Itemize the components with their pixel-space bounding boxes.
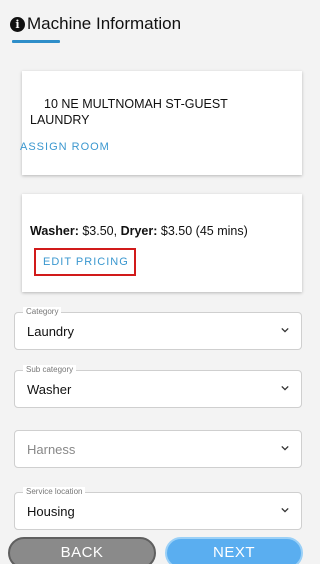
washer-price: $3.50,: [82, 224, 118, 238]
sub-category-select[interactable]: Sub category Washer: [14, 365, 302, 408]
page-title: i Machine Information: [10, 14, 181, 34]
category-select[interactable]: Category Laundry: [14, 307, 302, 350]
assign-room-button[interactable]: ASSIGN ROOM: [20, 141, 110, 153]
sub-category-label: Sub category: [23, 365, 77, 375]
category-label: Category: [23, 307, 62, 317]
edit-pricing-button[interactable]: EDIT PRICING: [43, 256, 129, 268]
service-location-label: Service location: [23, 487, 86, 497]
back-button[interactable]: BACK: [8, 537, 156, 564]
sub-category-value: Washer: [27, 382, 72, 397]
harness-select[interactable]: Harness: [14, 430, 302, 468]
info-icon: i: [10, 16, 25, 32]
machine-information-screen: i Machine Information 10 NE MULTNOMAH ST…: [0, 0, 307, 564]
chevron-down-icon: [281, 385, 289, 391]
page-title-text: Machine Information: [27, 14, 182, 33]
pricing-text: Washer: $3.50, Dryer: $3.50 (45 mins): [30, 224, 248, 238]
category-value: Laundry: [27, 324, 74, 339]
chevron-down-icon: [281, 507, 289, 513]
chevron-down-icon: [281, 327, 289, 333]
washer-label: Washer:: [30, 224, 79, 238]
service-location-value: Housing: [27, 504, 75, 519]
chevron-down-icon: [281, 445, 289, 451]
address-value: 10 NE MULTNOMAH ST-GUEST LAUNDRY: [30, 97, 228, 127]
harness-placeholder: Harness: [27, 442, 76, 457]
address-text: 10 NE MULTNOMAH ST-GUEST LAUNDRY: [30, 96, 290, 128]
pricing-card: Washer: $3.50, Dryer: $3.50 (45 mins): [22, 194, 302, 292]
next-button[interactable]: NEXT: [165, 537, 303, 564]
dryer-price: $3.50 (45 mins): [160, 224, 248, 238]
address-card: 10 NE MULTNOMAH ST-GUEST LAUNDRY: [22, 71, 302, 175]
header-underline: [12, 40, 60, 43]
header: i Machine Information: [0, 0, 307, 44]
dryer-label: Dryer:: [120, 224, 158, 238]
service-location-select[interactable]: Service location Housing: [14, 487, 302, 530]
